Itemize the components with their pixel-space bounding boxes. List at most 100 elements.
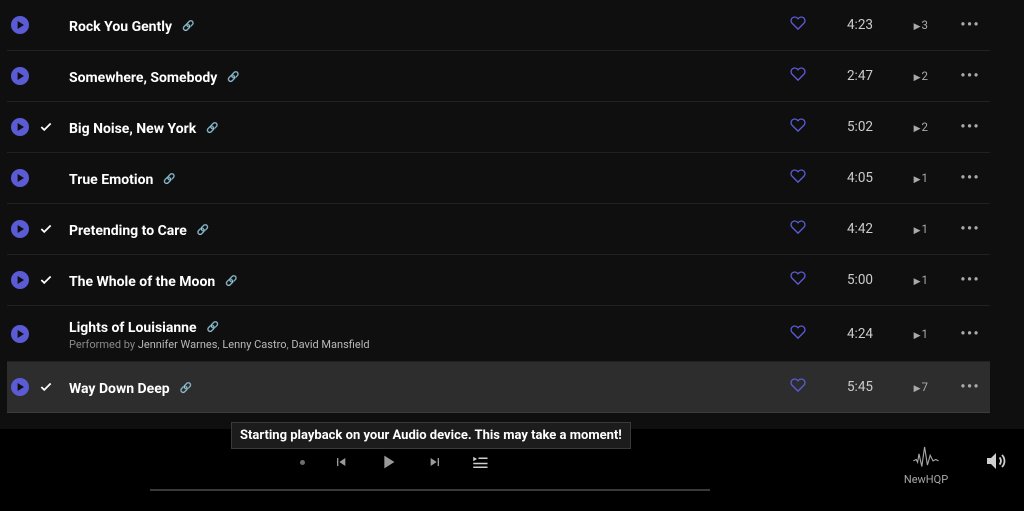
track-duration: 4:05 — [818, 170, 873, 186]
more-button[interactable]: ••• — [928, 17, 980, 33]
play-pause-button[interactable] — [377, 451, 399, 473]
more-button[interactable]: ••• — [928, 170, 980, 186]
track-row[interactable]: Somewhere, Somebody 🔗 2:47 ▶2 ••• — [7, 51, 990, 102]
heart-icon — [790, 168, 806, 184]
heart-icon — [790, 15, 806, 31]
link-icon[interactable]: 🔗 — [207, 322, 219, 333]
play-count: ▶2 — [873, 120, 928, 134]
favorite-button[interactable] — [778, 219, 818, 239]
track-row[interactable]: Rock You Gently 🔗 4:23 ▶3 ••• — [7, 0, 990, 51]
title-column: The Whole of the Moon 🔗 — [63, 271, 778, 290]
link-icon[interactable]: 🔗 — [163, 174, 175, 185]
track-title[interactable]: The Whole of the Moon — [69, 274, 215, 290]
favorite-button[interactable] — [778, 117, 818, 137]
play-icon — [16, 276, 24, 284]
performer[interactable]: Lenny Castro — [222, 338, 286, 351]
check-icon — [39, 222, 53, 236]
track-duration: 4:42 — [818, 221, 873, 237]
play-count: ▶7 — [873, 380, 928, 394]
play-button[interactable] — [11, 118, 29, 136]
play-icon — [16, 225, 24, 233]
track-duration: 4:23 — [818, 17, 873, 33]
track-duration: 4:24 — [818, 326, 873, 342]
play-icon — [16, 330, 24, 338]
title-column: Big Noise, New York 🔗 — [63, 118, 778, 137]
heart-icon — [790, 270, 806, 286]
more-button[interactable]: ••• — [928, 119, 980, 135]
favorite-button[interactable] — [778, 377, 818, 397]
track-duration: 2:47 — [818, 68, 873, 84]
play-button[interactable] — [11, 271, 29, 289]
title-column: Somewhere, Somebody 🔗 — [63, 67, 778, 86]
title-column: Pretending to Care 🔗 — [63, 220, 778, 239]
device-icon — [912, 443, 940, 469]
output-device-button[interactable]: NewHQP — [896, 443, 956, 486]
more-button[interactable]: ••• — [928, 379, 980, 395]
check-column — [29, 380, 63, 394]
more-button[interactable]: ••• — [928, 68, 980, 84]
track-title[interactable]: Big Noise, New York — [69, 121, 196, 137]
track-duration: 5:45 — [818, 379, 873, 395]
link-icon[interactable]: 🔗 — [180, 383, 192, 394]
track-title[interactable]: Pretending to Care — [69, 223, 187, 239]
play-button[interactable] — [11, 67, 29, 85]
title-column: Lights of Louisianne 🔗 Performed by Jenn… — [63, 317, 778, 351]
transport-controls — [300, 451, 489, 473]
track-duration: 5:02 — [818, 119, 873, 135]
favorite-button[interactable] — [778, 324, 818, 344]
link-icon[interactable]: 🔗 — [225, 276, 237, 287]
favorite-button[interactable] — [778, 168, 818, 188]
queue-button[interactable] — [471, 455, 489, 469]
performer[interactable]: Jennifer Warnes — [138, 338, 218, 351]
track-row[interactable]: True Emotion 🔗 4:05 ▶1 ••• — [7, 153, 990, 204]
track-title[interactable]: Somewhere, Somebody — [69, 70, 217, 86]
device-label: NewHQP — [896, 473, 956, 486]
playbar: Starting playback on your Audio device. … — [0, 429, 1024, 511]
track-title[interactable]: Rock You Gently — [69, 19, 172, 35]
playback-tooltip: Starting playback on your Audio device. … — [231, 422, 631, 449]
title-column: Way Down Deep 🔗 — [63, 378, 778, 397]
track-title[interactable]: Lights of Louisianne — [69, 320, 197, 336]
favorite-button[interactable] — [778, 270, 818, 290]
progress-bar[interactable] — [150, 489, 710, 491]
link-icon[interactable]: 🔗 — [197, 225, 209, 236]
heart-icon — [790, 117, 806, 133]
track-row[interactable]: Pretending to Care 🔗 4:42 ▶1 ••• — [7, 204, 990, 255]
play-button[interactable] — [11, 325, 29, 343]
track-list: Rock You Gently 🔗 4:23 ▶3 ••• Somewhere,… — [7, 0, 990, 464]
track-row[interactable]: Lights of Louisianne 🔗 Performed by Jenn… — [7, 306, 990, 362]
play-count: ▶1 — [873, 327, 928, 341]
play-icon — [16, 123, 24, 131]
check-column — [29, 120, 63, 134]
link-icon[interactable]: 🔗 — [206, 123, 218, 134]
play-button[interactable] — [11, 169, 29, 187]
play-count: ▶3 — [873, 18, 928, 32]
play-button[interactable] — [11, 220, 29, 238]
performers-line: Performed by Jennifer Warnes, Lenny Cast… — [69, 338, 778, 351]
track-row[interactable]: The Whole of the Moon 🔗 5:00 ▶1 ••• — [7, 255, 990, 306]
track-row[interactable]: Big Noise, New York 🔗 5:02 ▶2 ••• — [7, 102, 990, 153]
favorite-button[interactable] — [778, 66, 818, 86]
volume-button[interactable] — [984, 449, 1008, 477]
more-button[interactable]: ••• — [928, 221, 980, 237]
play-icon — [16, 72, 24, 80]
previous-button[interactable] — [333, 454, 349, 470]
more-button[interactable]: ••• — [928, 326, 980, 342]
track-title[interactable]: Way Down Deep — [69, 381, 170, 397]
check-icon — [39, 120, 53, 134]
play-count: ▶1 — [873, 222, 928, 236]
play-button[interactable] — [11, 378, 29, 396]
link-icon[interactable]: 🔗 — [227, 72, 239, 83]
performer[interactable]: David Mansfield — [291, 338, 369, 351]
next-button[interactable] — [427, 454, 443, 470]
queue-icon — [471, 455, 489, 469]
link-icon[interactable]: 🔗 — [182, 21, 194, 32]
check-icon — [39, 380, 53, 394]
more-button[interactable]: ••• — [928, 272, 980, 288]
track-row[interactable]: Way Down Deep 🔗 5:45 ▶7 ••• — [7, 362, 990, 413]
play-button[interactable] — [11, 16, 29, 34]
favorite-button[interactable] — [778, 15, 818, 35]
heart-icon — [790, 219, 806, 235]
play-icon — [16, 383, 24, 391]
track-title[interactable]: True Emotion — [69, 172, 153, 188]
